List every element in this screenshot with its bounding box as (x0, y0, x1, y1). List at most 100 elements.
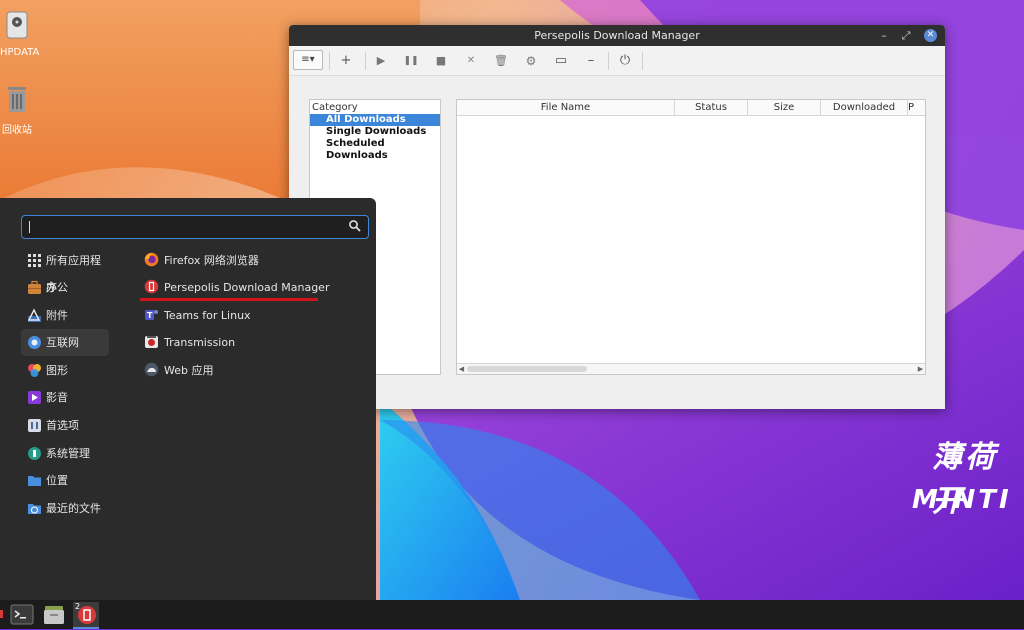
column-header-status[interactable]: Status (675, 100, 748, 115)
menu-app-persepolis[interactable]: Persepolis Download Manager (138, 274, 338, 301)
toolbar-separator (365, 52, 366, 70)
main-toolbar: ≡▾ + ▶ ❚❚ ■ ✕ 🗑 ⚙ ▭ – ⏻ (289, 46, 945, 76)
add-download-button[interactable]: + (335, 50, 357, 72)
admin-icon (28, 447, 41, 460)
application-menu: 所有应用程序 办公 附件 互联网 图形 影音 首选项 系统管理 位置 最近的文件… (0, 198, 376, 600)
menu-app-label: Web 应用 (164, 364, 214, 377)
window-titlebar[interactable]: Persepolis Download Manager – ⤢ ✕ (289, 25, 945, 46)
close-button[interactable]: ✕ (924, 29, 937, 42)
taskbar-files[interactable] (41, 602, 67, 627)
category-item-scheduled-downloads[interactable]: Scheduled Downloads (310, 138, 440, 161)
column-header-downloaded[interactable]: Downloaded (821, 100, 908, 115)
menu-category-label: 位置 (46, 474, 68, 487)
menu-category-places[interactable]: 位置 (21, 467, 109, 494)
menu-category-office[interactable]: 办公 (21, 274, 109, 301)
desktop-icon-trash[interactable]: 回收站 (0, 84, 34, 136)
remove-button[interactable]: ✕ (460, 50, 482, 72)
folder-icon (28, 476, 41, 486)
menu-app-transmission[interactable]: Transmission (138, 329, 338, 356)
terminal-icon (10, 604, 34, 625)
menu-app-label: Firefox 网络浏览器 (164, 254, 259, 267)
scroll-right-icon[interactable]: ▶ (916, 364, 925, 374)
downloads-table: File Name Status Size Downloaded P ◀ ▶ (456, 99, 926, 375)
taskbar-badge: 2 (75, 602, 81, 611)
briefcase-icon (28, 280, 41, 294)
scrollbar-thumb[interactable] (467, 366, 587, 372)
web-app-icon (144, 362, 159, 377)
svg-text:T: T (147, 311, 153, 320)
persepolis-window: Persepolis Download Manager – ⤢ ✕ ≡▾ + ▶… (289, 25, 945, 409)
menu-category-label: 附件 (46, 309, 68, 322)
resume-button[interactable]: ▶ (370, 50, 392, 72)
desktop-icon-label: HPDATA (0, 47, 40, 58)
persepolis-icon (144, 279, 159, 294)
taskbar-edge-indicator (0, 610, 3, 618)
menu-category-recent[interactable]: 最近的文件 (21, 495, 109, 522)
menu-category-preferences[interactable]: 首选项 (21, 412, 109, 439)
wallpaper-text-mint: MINTI (912, 485, 1012, 515)
category-item-all-downloads[interactable]: All Downloads (310, 114, 440, 126)
menu-category-media[interactable]: 影音 (21, 384, 109, 411)
desktop-icon-hpdata[interactable]: HPDATA (0, 10, 40, 58)
menu-app-label: Transmission (164, 336, 236, 349)
recent-icon (28, 504, 41, 514)
files-icon (44, 606, 64, 624)
taskbar: 2 (0, 600, 1024, 629)
desktop-icon-label: 回收站 (2, 125, 32, 136)
menu-category-accessories[interactable]: 附件 (21, 302, 109, 329)
trash-icon (8, 87, 26, 112)
column-header-percent[interactable]: P (908, 100, 925, 115)
stop-button[interactable]: ■ (430, 50, 452, 72)
menu-search-input[interactable] (21, 215, 369, 239)
properties-button[interactable]: ⚙ (520, 50, 542, 72)
menu-category-administration[interactable]: 系统管理 (21, 440, 109, 467)
menu-app-teams[interactable]: T Teams for Linux (138, 302, 338, 329)
menu-category-all[interactable]: 所有应用程序 (21, 247, 109, 294)
restore-button[interactable]: ⤢ (897, 25, 915, 46)
table-header: File Name Status Size Downloaded P (457, 100, 925, 116)
menu-app-web-apps[interactable]: Web 应用 (138, 357, 338, 384)
window-title: Persepolis Download Manager (534, 29, 700, 42)
scroll-left-icon[interactable]: ◀ (457, 364, 466, 374)
minimize-button[interactable]: – (875, 25, 893, 46)
graphics-icon (28, 364, 41, 377)
media-icon (28, 391, 41, 404)
menu-category-graphics[interactable]: 图形 (21, 357, 109, 384)
minimize-to-tray-button[interactable]: – (580, 50, 602, 72)
toolbar-separator (642, 52, 643, 70)
menu-category-label: 系统管理 (46, 447, 90, 460)
firefox-icon (144, 252, 159, 267)
window-button[interactable]: ▭ (550, 50, 572, 72)
category-header: Category (312, 102, 358, 113)
menu-button[interactable]: ≡▾ (293, 50, 323, 70)
menu-app-firefox[interactable]: Firefox 网络浏览器 (138, 247, 338, 274)
menu-app-label: Persepolis Download Manager (164, 281, 330, 294)
taskbar-terminal[interactable] (9, 602, 35, 627)
search-icon (349, 220, 361, 232)
horizontal-scrollbar[interactable]: ◀ ▶ (457, 363, 925, 374)
teams-icon: T (145, 310, 158, 320)
menu-category-internet[interactable]: 互联网 (21, 329, 109, 356)
exit-button[interactable]: ⏻ (614, 50, 636, 72)
menu-category-label: 影音 (46, 391, 68, 404)
transmission-icon (145, 336, 158, 348)
menu-category-label: 办公 (46, 281, 68, 294)
column-header-size[interactable]: Size (748, 100, 821, 115)
grid-icon (28, 254, 41, 267)
menu-app-label: Teams for Linux (164, 309, 251, 322)
highlight-underline (140, 298, 318, 301)
accessories-icon (27, 308, 41, 322)
menu-category-label: 互联网 (46, 336, 79, 349)
column-header-file-name[interactable]: File Name (457, 100, 675, 115)
preferences-icon (28, 419, 41, 432)
drive-icon (6, 11, 28, 39)
pause-button[interactable]: ❚❚ (400, 50, 422, 72)
taskbar-persepolis[interactable]: 2 (73, 602, 99, 629)
text-cursor (29, 221, 30, 233)
delete-button[interactable]: 🗑 (490, 50, 512, 72)
menu-category-label: 首选项 (46, 419, 79, 432)
internet-icon (28, 336, 41, 349)
toolbar-separator (329, 52, 330, 70)
category-item-single-downloads[interactable]: Single Downloads (310, 126, 440, 138)
menu-category-label: 图形 (46, 364, 68, 377)
